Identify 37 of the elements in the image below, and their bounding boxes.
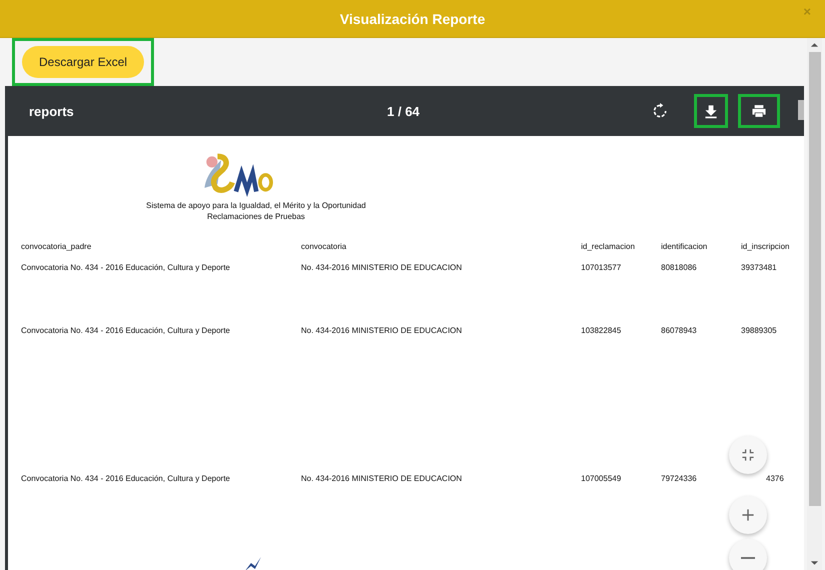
table-cell-text: 80818086	[661, 263, 698, 272]
minus-icon	[741, 557, 755, 559]
scrollbar-thumb[interactable]	[798, 100, 804, 120]
scroll-up-icon[interactable]	[810, 42, 819, 48]
table-cell-text: No. 434-2016 MINISTERIO DE EDUCACION	[301, 326, 463, 335]
table-cell-text: 39373481	[741, 263, 778, 272]
column-header: identificacion	[661, 242, 708, 251]
column-header: convocatoria_padre	[21, 242, 92, 251]
scroll-down-icon[interactable]	[810, 560, 819, 566]
exit-fullscreen-icon	[740, 447, 756, 463]
table-cell-text: Convocatoria No. 434 - 2016 Educación, Cultura y Deporte	[21, 326, 232, 335]
report-section: Reclamaciones de Pruebas	[207, 211, 305, 222]
table-cell-text: No. 434-2016 MINISTERIO DE EDUCACION	[301, 474, 463, 483]
rotate-icon[interactable]	[652, 103, 668, 119]
download-icon[interactable]	[703, 103, 719, 119]
table-cell-text: 107013577	[581, 263, 622, 272]
table-cell-text: 39889305	[741, 326, 778, 335]
table-cell-text: 103822845	[581, 326, 622, 335]
column-header: id_inscripcion	[741, 242, 790, 251]
column-header: id_reclamacion	[581, 242, 636, 251]
zoom-out-button[interactable]	[729, 539, 767, 570]
table-cell-text: 4376	[765, 474, 785, 483]
print-icon[interactable]	[751, 103, 767, 119]
table-cell-text: No. 434-2016 MINISTERIO DE EDUCACION	[301, 263, 463, 272]
table-cell-text: 79724336	[661, 474, 698, 483]
download-excel-button[interactable]: Descargar Excel	[22, 46, 144, 78]
document-title: reports	[29, 104, 75, 118]
scrollbar[interactable]	[807, 38, 822, 570]
report-subtitle: Sistema de apoyo para la Igualdad, el Mérito y la Oportunidad	[146, 200, 366, 211]
table-cell-text: Convocatoria No. 434 - 2016 Educación, Cultura y Deporte	[21, 474, 232, 483]
table-cell-text: 107005549	[581, 474, 622, 483]
window-title: Visualización Reporte	[340, 10, 486, 26]
table-cell-text: 86078943	[661, 326, 698, 335]
page-counter: 1 / 64	[387, 104, 420, 118]
table-cell-text: Convocatoria No. 434 - 2016 Educación, Cultura y Deporte	[21, 263, 232, 272]
column-header: convocatoria	[301, 242, 348, 251]
plus-icon	[740, 507, 756, 523]
